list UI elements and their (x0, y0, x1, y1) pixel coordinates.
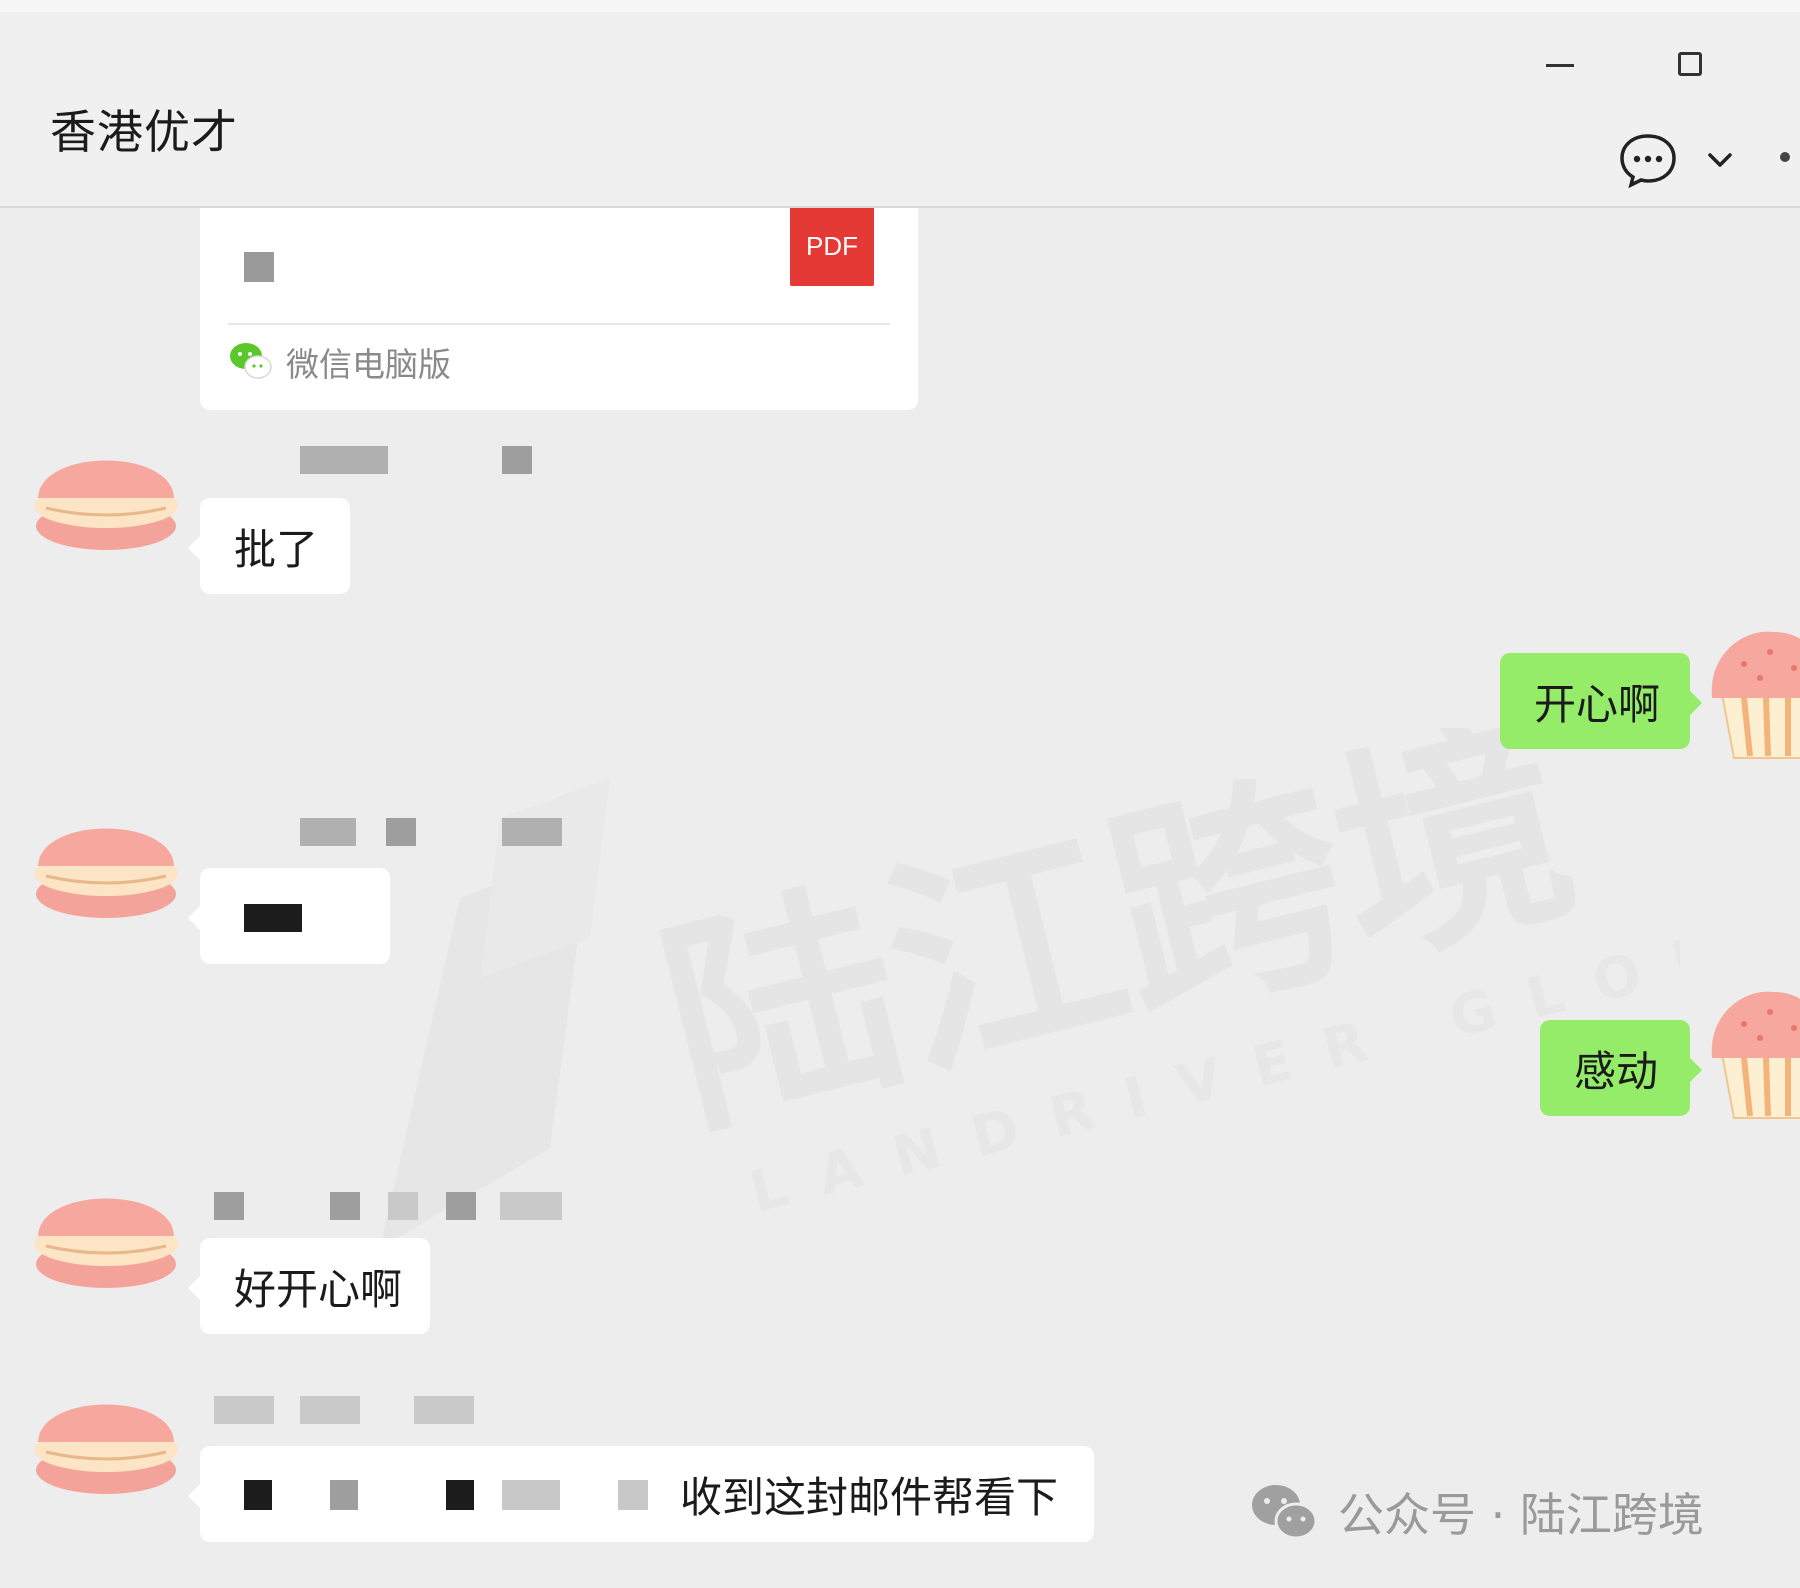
sender-name-redacted (502, 446, 532, 474)
watermark-text: 公众号 · 陆江跨境 (1338, 1488, 1704, 1542)
maximize-icon[interactable] (1670, 40, 1710, 80)
card-source-label: 微信电脑版 (286, 345, 451, 384)
macaron-avatar[interactable] (30, 1370, 182, 1500)
sender-name-redacted (414, 1396, 474, 1424)
my-message-bubble[interactable]: 感动 (1540, 1020, 1702, 1116)
wechat-icon (230, 343, 272, 379)
sender-name-redacted (330, 1192, 360, 1220)
message-list[interactable]: 陆江跨境 LANDRIVER GLOBAL PDF 微信电脑版 批了 开心啊 感… (0, 208, 1800, 1588)
redacted-content (618, 1480, 648, 1510)
file-thumbnail (244, 252, 274, 282)
message-bubble[interactable]: 批了 (188, 498, 350, 594)
sender-name-redacted (500, 1192, 562, 1220)
chevron-down-icon[interactable] (1704, 146, 1736, 174)
chat-bubble-icon[interactable] (1618, 132, 1678, 188)
macaron-avatar[interactable] (30, 426, 182, 556)
wechat-official-account-watermark: 公众号 · 陆江跨境 (1248, 1472, 1704, 1552)
cupcake-avatar[interactable] (1704, 978, 1800, 1128)
sender-name-redacted (446, 1192, 476, 1220)
redacted-content (244, 904, 302, 932)
my-message-bubble[interactable]: 开心啊 (1500, 653, 1702, 749)
macaron-avatar[interactable] (30, 1164, 182, 1294)
sender-name-redacted (300, 1396, 360, 1424)
sender-name-redacted (300, 446, 388, 474)
minimize-icon[interactable] (1540, 40, 1580, 80)
sender-name-redacted (214, 1396, 274, 1424)
chat-header: 香港优才 (0, 12, 1800, 208)
svg-text:陆江跨境: 陆江跨境 (639, 728, 1596, 1168)
more-icon[interactable] (1780, 152, 1790, 162)
sender-name-redacted (502, 818, 562, 846)
file-card[interactable]: PDF 微信电脑版 (200, 208, 918, 410)
sender-name-redacted (214, 1192, 244, 1220)
wechat-icon (1252, 1485, 1318, 1540)
card-divider (228, 323, 890, 325)
message-bubble[interactable]: 好开心啊 (188, 1238, 430, 1334)
macaron-avatar[interactable] (30, 794, 182, 924)
chat-title: 香港优才 (50, 105, 238, 159)
cupcake-avatar[interactable] (1704, 618, 1800, 768)
sender-name-redacted (388, 1192, 418, 1220)
pdf-file-icon: PDF (790, 208, 874, 286)
redacted-content (330, 1480, 358, 1510)
redacted-content (244, 1480, 272, 1510)
sender-name-redacted (386, 818, 416, 846)
redacted-content (502, 1480, 560, 1510)
redacted-content (446, 1480, 474, 1510)
sender-name-redacted (300, 818, 356, 846)
